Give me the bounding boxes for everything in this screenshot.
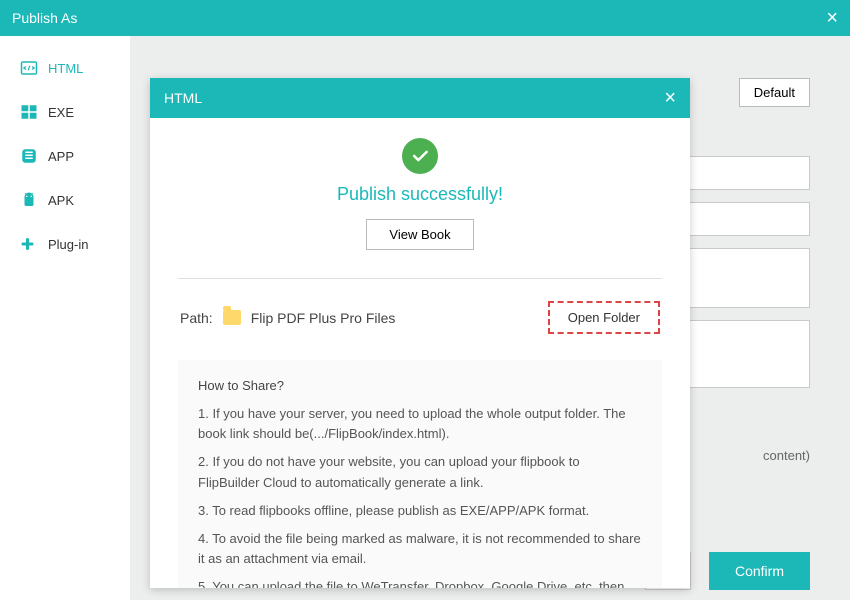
modal-body: Publish successfully! View Book Path: Fl…	[150, 118, 690, 588]
sidebar-item-label: APK	[48, 193, 74, 208]
plugin-icon	[20, 235, 38, 253]
divider	[178, 278, 662, 279]
publish-success-modal: HTML × Publish successfully! View Book P…	[150, 78, 690, 588]
modal-header: HTML ×	[150, 78, 690, 118]
folder-icon	[223, 310, 241, 325]
modal-title: HTML	[164, 90, 202, 106]
sidebar-item-app[interactable]: APP	[0, 134, 130, 178]
howto-step: 3. To read flipbooks offline, please pub…	[198, 501, 642, 521]
sidebar-item-label: Plug-in	[48, 237, 88, 252]
success-check-icon	[402, 138, 438, 174]
sidebar-item-label: APP	[48, 149, 74, 164]
exe-icon	[20, 103, 38, 121]
path-label: Path:	[180, 310, 213, 326]
titlebar: Publish As ×	[0, 0, 850, 36]
howto-step: 4. To avoid the file being marked as mal…	[198, 529, 642, 569]
apk-icon	[20, 191, 38, 209]
howto-step: 5. You can upload the file to WeTransfer…	[198, 577, 642, 588]
howto-step: 2. If you do not have your website, you …	[198, 452, 642, 492]
open-folder-button[interactable]: Open Folder	[548, 301, 660, 334]
modal-close-icon[interactable]: ×	[664, 87, 676, 110]
sidebar-item-apk[interactable]: APK	[0, 178, 130, 222]
howto-step: 1. If you have your server, you need to …	[198, 404, 642, 444]
close-icon[interactable]: ×	[826, 7, 838, 30]
sidebar-item-label: HTML	[48, 61, 83, 76]
view-book-button[interactable]: View Book	[366, 219, 473, 250]
howto-panel: How to Share? 1. If you have your server…	[178, 360, 662, 588]
sidebar: HTML EXE APP APK Plug-in	[0, 36, 130, 600]
howto-title: How to Share?	[198, 376, 642, 396]
success-message: Publish successfully!	[178, 184, 662, 205]
default-button[interactable]: Default	[739, 78, 810, 107]
sidebar-item-label: EXE	[48, 105, 74, 120]
html-icon	[20, 59, 38, 77]
app-icon	[20, 147, 38, 165]
sidebar-item-exe[interactable]: EXE	[0, 90, 130, 134]
path-row: Path: Flip PDF Plus Pro Files Open Folde…	[178, 301, 662, 334]
confirm-button[interactable]: Confirm	[709, 552, 810, 590]
path-value: Flip PDF Plus Pro Files	[251, 310, 396, 326]
window-title: Publish As	[12, 10, 77, 26]
sidebar-item-plugin[interactable]: Plug-in	[0, 222, 130, 266]
path-info: Path: Flip PDF Plus Pro Files	[180, 310, 395, 326]
success-block: Publish successfully! View Book	[178, 138, 662, 250]
sidebar-item-html[interactable]: HTML	[0, 46, 130, 90]
